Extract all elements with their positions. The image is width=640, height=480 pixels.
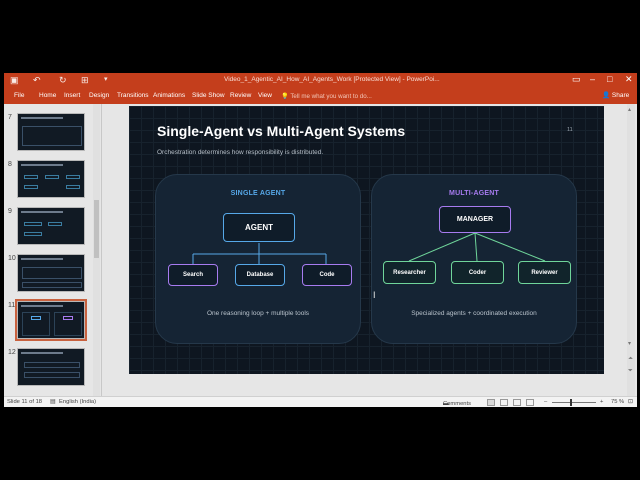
- maximize-icon[interactable]: □: [607, 74, 612, 84]
- slide-sorter-icon[interactable]: [500, 399, 508, 406]
- multi-agent-connectors: [408, 232, 546, 262]
- share-label: Share: [611, 92, 630, 99]
- share-button[interactable]: 👤 Share: [602, 91, 629, 99]
- thumb-number: 9: [8, 208, 12, 215]
- multi-agent-caption: Specialized agents + coordinated executi…: [411, 310, 537, 317]
- window-title: Video_1_Agentic_AI_How_AI_Agents_Work [P…: [224, 76, 440, 83]
- reading-view-icon[interactable]: [513, 399, 521, 406]
- zoom-level[interactable]: 75 %: [611, 399, 624, 405]
- tab-animations[interactable]: Animations: [153, 92, 185, 99]
- text-cursor-icon: Ι: [373, 290, 376, 300]
- tab-review[interactable]: Review: [230, 92, 251, 99]
- previous-slide-icon[interactable]: ⏶: [628, 356, 633, 363]
- ribbon-display-icon[interactable]: ▭: [572, 74, 581, 85]
- start-from-beginning-icon[interactable]: ⊞: [81, 75, 89, 86]
- tab-transitions[interactable]: Transitions: [117, 92, 149, 99]
- comments-label: Comments: [443, 401, 472, 407]
- tell-me-text: Tell me what you want to do...: [290, 93, 372, 100]
- single-agent-heading: SINGLE AGENT: [230, 190, 286, 197]
- undo-icon[interactable]: ↶: [33, 75, 41, 86]
- save-icon[interactable]: ▣: [10, 75, 19, 86]
- tool-database-node[interactable]: Database: [235, 264, 285, 286]
- tool-code-node[interactable]: Code: [302, 264, 352, 286]
- slide-thumbnail-7[interactable]: [17, 113, 85, 151]
- lightbulb-icon: 💡: [281, 93, 289, 100]
- slide-scrollbar[interactable]: ▴ ▾ ⏶ ⏷: [627, 104, 635, 396]
- scroll-up-icon[interactable]: ▴: [628, 106, 631, 113]
- multi-agent-panel[interactable]: MULTI-AGENT MANAGER Researcher Coder Rev…: [371, 174, 577, 344]
- reviewer-node[interactable]: Reviewer: [518, 261, 571, 284]
- slide-thumbnail-11[interactable]: [15, 299, 87, 341]
- slide-counter: Slide 11 of 18: [7, 399, 43, 405]
- slide-editor: Single-Agent vs Multi-Agent Systems 11 O…: [103, 104, 637, 396]
- zoom-in-icon[interactable]: +: [600, 399, 603, 405]
- spellcheck-icon[interactable]: ▤: [50, 399, 55, 405]
- slide-canvas[interactable]: Single-Agent vs Multi-Agent Systems 11 O…: [129, 106, 604, 374]
- tab-home[interactable]: Home: [39, 92, 56, 99]
- ribbon-tabs: File Home Insert Design Transitions Anim…: [4, 89, 637, 104]
- manager-node[interactable]: MANAGER: [439, 206, 511, 233]
- thumb-number: 12: [8, 349, 16, 356]
- slide-thumbnail-8[interactable]: [17, 160, 85, 198]
- tell-me-search[interactable]: 💡 Tell me what you want to do...: [281, 92, 372, 100]
- tab-view[interactable]: View: [258, 92, 272, 99]
- slideshow-view-icon[interactable]: [526, 399, 534, 406]
- language-label[interactable]: English (India): [59, 399, 96, 405]
- thumb-number: 8: [8, 161, 12, 168]
- tab-design[interactable]: Design: [89, 92, 109, 99]
- tool-search-node[interactable]: Search: [168, 264, 218, 286]
- slide-thumbnail-10[interactable]: [17, 254, 85, 292]
- tab-slide-show[interactable]: Slide Show: [192, 92, 225, 99]
- zoom-out-icon[interactable]: –: [544, 399, 547, 405]
- single-agent-connectors: [192, 243, 327, 264]
- coder-node[interactable]: Coder: [451, 261, 504, 284]
- thumb-number: 10: [8, 255, 16, 262]
- tab-file[interactable]: File: [14, 92, 24, 99]
- status-bar: Slide 11 of 18 ▤ English (India) ▬ Comme…: [4, 396, 637, 407]
- slide-title[interactable]: Single-Agent vs Multi-Agent Systems: [157, 123, 405, 139]
- agent-node[interactable]: AGENT: [223, 213, 295, 242]
- researcher-node[interactable]: Researcher: [383, 261, 436, 284]
- slide-thumbnail-9[interactable]: [17, 207, 85, 245]
- multi-agent-heading: MULTI-AGENT: [449, 190, 499, 197]
- single-agent-caption: One reasoning loop + multiple tools: [206, 310, 310, 317]
- slide-subtitle[interactable]: Orchestration determines how responsibil…: [157, 149, 323, 156]
- single-agent-panel[interactable]: SINGLE AGENT AGENT Search Database Code …: [155, 174, 361, 344]
- slide-thumbnails-pane: 7 8 9 10 11 12: [4, 104, 102, 396]
- powerpoint-window: ▣ ↶ ↻ ⊞ ▾ Video_1_Agentic_AI_How_AI_Agen…: [4, 73, 637, 407]
- person-icon: 👤: [602, 92, 611, 99]
- close-icon[interactable]: ✕: [625, 74, 633, 85]
- scrollbar-thumb[interactable]: [94, 200, 99, 258]
- next-slide-icon[interactable]: ⏷: [628, 368, 633, 375]
- fit-to-window-icon[interactable]: ⊡: [628, 399, 633, 405]
- slide-thumbnail-12[interactable]: [17, 348, 85, 386]
- title-bar: ▣ ↶ ↻ ⊞ ▾ Video_1_Agentic_AI_How_AI_Agen…: [4, 73, 637, 89]
- thumb-number: 11: [8, 302, 16, 309]
- minimize-icon[interactable]: –: [590, 74, 595, 84]
- slide-number: 11: [567, 127, 573, 133]
- customize-toolbar-icon[interactable]: ▾: [104, 75, 108, 83]
- tab-insert[interactable]: Insert: [64, 92, 80, 99]
- normal-view-icon[interactable]: [487, 399, 495, 406]
- zoom-slider[interactable]: [552, 402, 596, 403]
- redo-icon[interactable]: ↻: [59, 75, 67, 86]
- zoom-slider-thumb[interactable]: [570, 399, 572, 406]
- thumb-number: 7: [8, 114, 12, 121]
- scroll-down-icon[interactable]: ▾: [628, 340, 631, 347]
- thumbnails-scrollbar[interactable]: [93, 104, 100, 396]
